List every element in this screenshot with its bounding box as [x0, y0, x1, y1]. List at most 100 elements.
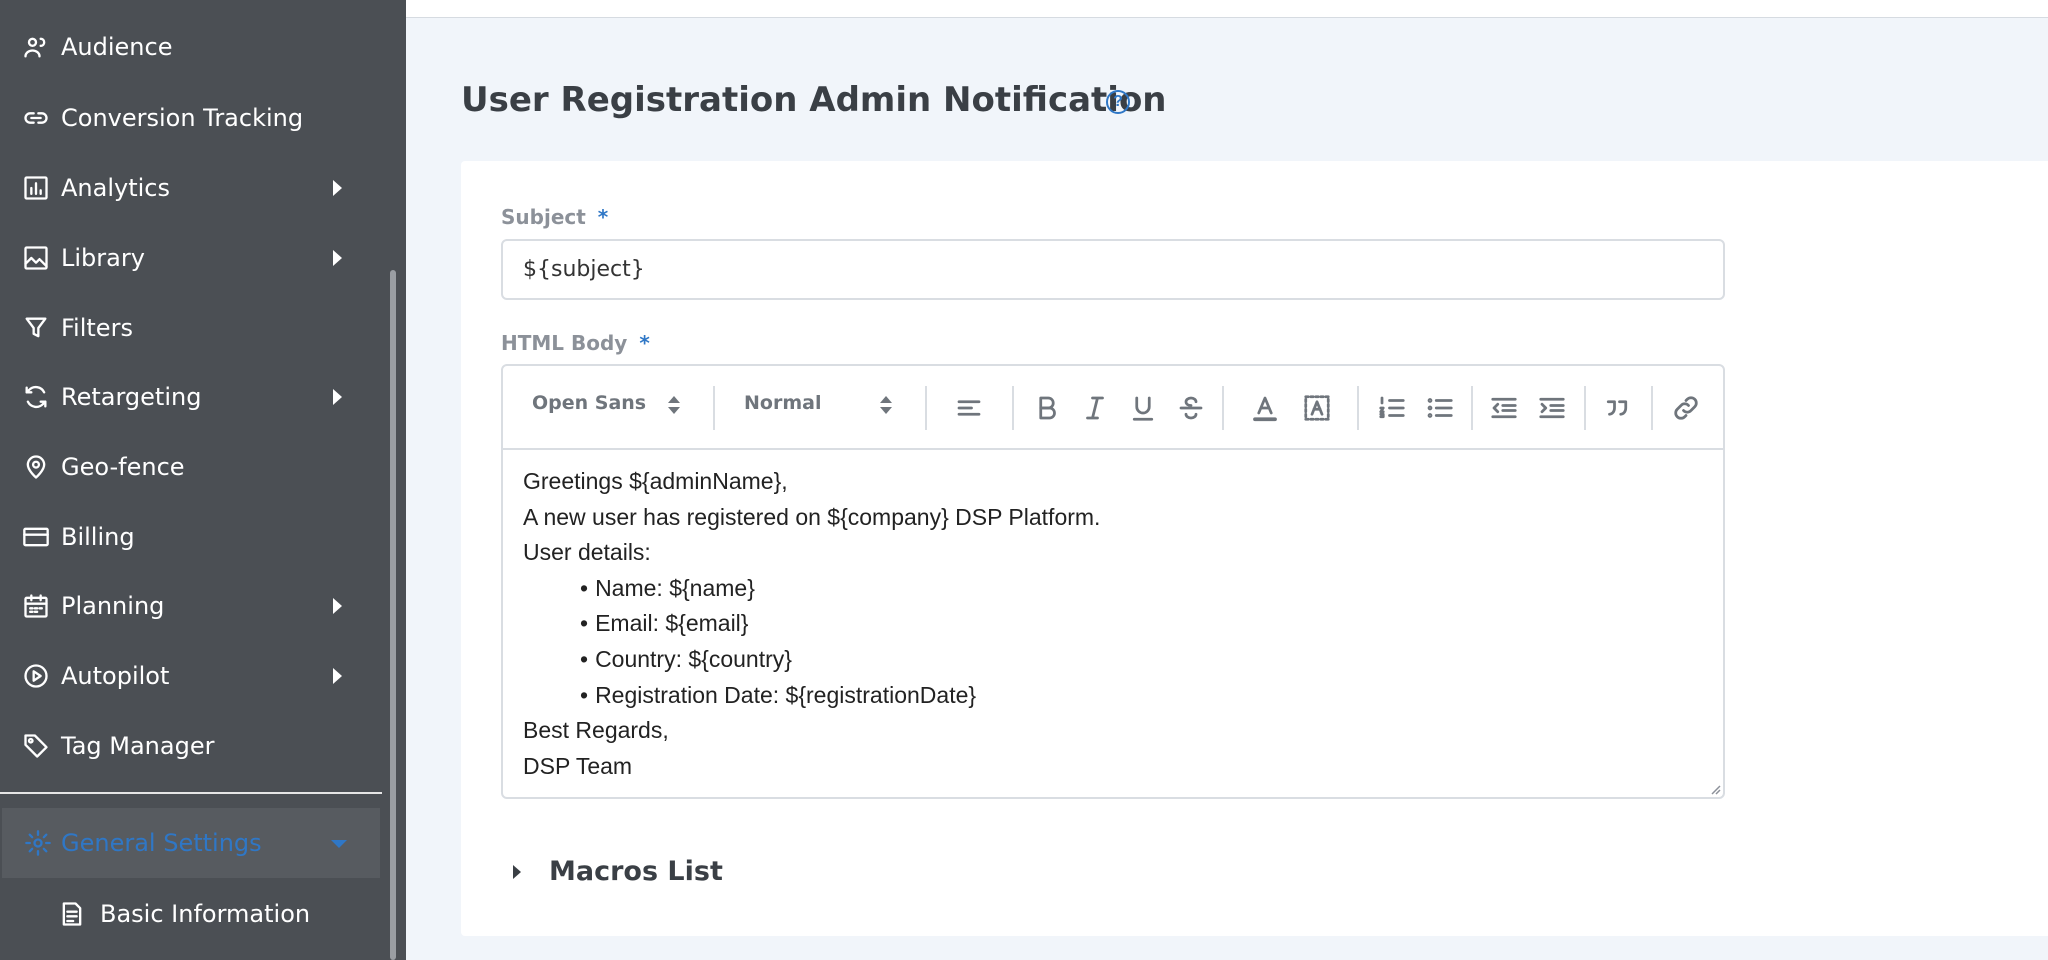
body-signature: DSP Team — [523, 752, 633, 779]
sidebar-item-planning[interactable]: Planning — [0, 571, 382, 641]
credit-card-icon — [22, 523, 50, 551]
page-title: User Registration Admin Notification — [461, 80, 1167, 120]
sidebar-item-label: Billing — [61, 523, 135, 551]
quote-icon — [1606, 400, 1628, 416]
body-intro: A new user has registered on ${company} … — [523, 503, 1101, 530]
calendar-icon — [22, 592, 50, 620]
sidebar-divider — [0, 792, 382, 794]
link-button[interactable] — [1670, 392, 1702, 424]
underline-button[interactable] — [1127, 392, 1159, 424]
bold-icon — [1039, 396, 1056, 420]
toolbar-separator — [925, 386, 927, 430]
toolbar-separator — [1651, 386, 1653, 430]
font-family-select[interactable]: Open Sans — [532, 392, 682, 422]
chevron-down-icon — [331, 840, 347, 848]
toolbar-separator — [1471, 386, 1473, 430]
gear-icon — [24, 829, 52, 857]
body-detail-item: Country: ${country} — [523, 642, 1703, 678]
blockquote-button[interactable] — [1601, 392, 1633, 424]
background-color-icon — [1304, 395, 1330, 421]
sidebar-item-general-settings[interactable]: General Settings — [2, 808, 380, 878]
required-marker: * — [639, 331, 650, 355]
sidebar-item-label: Filters — [61, 314, 133, 342]
resize-handle-icon[interactable] — [1707, 781, 1721, 795]
sidebar-item-label: Autopilot — [61, 662, 170, 690]
toolbar-separator — [1012, 386, 1014, 430]
toolbar-separator — [713, 386, 715, 430]
sidebar-item-retargeting[interactable]: Retargeting — [0, 362, 382, 432]
body-detail-item: Registration Date: ${registrationDate} — [523, 678, 1703, 714]
audience-icon — [22, 33, 50, 61]
html-body-editor: Open Sans Normal Greetings ${adminName},… — [501, 364, 1725, 799]
help-icon[interactable]: ? — [1106, 90, 1130, 114]
sidebar-item-audience[interactable]: Audience — [0, 12, 382, 82]
subject-input-value: ${subject} — [523, 257, 645, 282]
subject-label-text: Subject — [501, 205, 586, 229]
play-circle-icon — [22, 662, 50, 690]
text-color-button[interactable] — [1249, 392, 1281, 424]
sidebar-item-conversion-tracking[interactable]: Conversion Tracking — [0, 83, 382, 153]
sidebar-scrollbar[interactable] — [390, 270, 396, 960]
html-body-label: HTML Body * — [501, 331, 650, 355]
align-left-icon — [957, 400, 981, 416]
italic-button[interactable] — [1079, 392, 1111, 424]
subject-label: Subject * — [501, 205, 608, 229]
sidebar-item-autopilot[interactable]: Autopilot — [0, 641, 382, 711]
outdent-button[interactable] — [1488, 392, 1520, 424]
sidebar-item-label: Tag Manager — [61, 732, 215, 760]
sidebar-item-tag-manager[interactable]: Tag Manager — [0, 711, 382, 781]
font-size-value: Normal — [744, 392, 822, 414]
underline-icon — [1132, 396, 1154, 421]
chevron-right-icon — [333, 250, 342, 266]
image-icon — [22, 244, 50, 272]
sidebar-item-label: Conversion Tracking — [61, 104, 304, 132]
indent-button[interactable] — [1536, 392, 1568, 424]
sidebar-item-analytics[interactable]: Analytics — [0, 153, 382, 223]
body-detail-item: Email: ${email} — [523, 606, 1703, 642]
top-bar — [406, 0, 2048, 18]
sidebar-item-label: Retargeting — [61, 383, 202, 411]
text-color-icon — [1253, 396, 1277, 422]
bold-button[interactable] — [1031, 392, 1063, 424]
document-icon — [58, 900, 86, 928]
tag-icon — [22, 732, 50, 760]
select-arrows-icon — [668, 393, 680, 419]
font-size-select[interactable]: Normal — [744, 392, 894, 422]
ordered-list-icon — [1379, 396, 1405, 419]
html-body-label-text: HTML Body — [501, 331, 628, 355]
editor-content[interactable]: Greetings ${adminName}, A new user has r… — [523, 464, 1703, 784]
ordered-list-button[interactable] — [1376, 392, 1408, 424]
refresh-icon — [22, 383, 50, 411]
bar-chart-icon — [22, 174, 50, 202]
link-icon — [1674, 396, 1698, 420]
sidebar-item-geo-fence[interactable]: Geo-fence — [0, 432, 382, 502]
body-details-heading: User details: — [523, 539, 651, 566]
subject-input[interactable]: ${subject} — [501, 239, 1725, 300]
align-button[interactable] — [953, 392, 985, 424]
select-arrows-icon — [880, 393, 892, 419]
body-greeting: Greetings ${adminName}, — [523, 468, 788, 494]
macros-list-label: Macros List — [549, 856, 723, 887]
background-color-button[interactable] — [1301, 392, 1333, 424]
sidebar-item-label: General Settings — [61, 829, 262, 857]
font-family-value: Open Sans — [532, 392, 647, 414]
macros-list-toggle[interactable]: Macros List — [513, 856, 723, 887]
link-icon — [22, 104, 50, 132]
bullet-list-button[interactable] — [1424, 392, 1456, 424]
sidebar-item-library[interactable]: Library — [0, 223, 382, 293]
chevron-right-icon — [333, 180, 342, 196]
chevron-right-icon — [333, 389, 342, 405]
sidebar-item-basic-information[interactable]: Basic Information — [0, 879, 382, 949]
toolbar-separator — [1222, 386, 1224, 430]
indent-icon — [1539, 397, 1565, 419]
sidebar-item-filters[interactable]: Filters — [0, 293, 382, 363]
toolbar-separator — [1357, 386, 1359, 430]
chevron-right-icon — [333, 668, 342, 684]
editor-toolbar: Open Sans Normal — [503, 366, 1723, 450]
sidebar-item-label: Basic Information — [100, 900, 311, 928]
map-pin-icon — [22, 453, 50, 481]
sidebar-item-billing[interactable]: Billing — [0, 502, 382, 572]
chevron-right-icon — [333, 598, 342, 614]
body-closing: Best Regards, — [523, 717, 669, 744]
strikethrough-button[interactable] — [1175, 392, 1207, 424]
